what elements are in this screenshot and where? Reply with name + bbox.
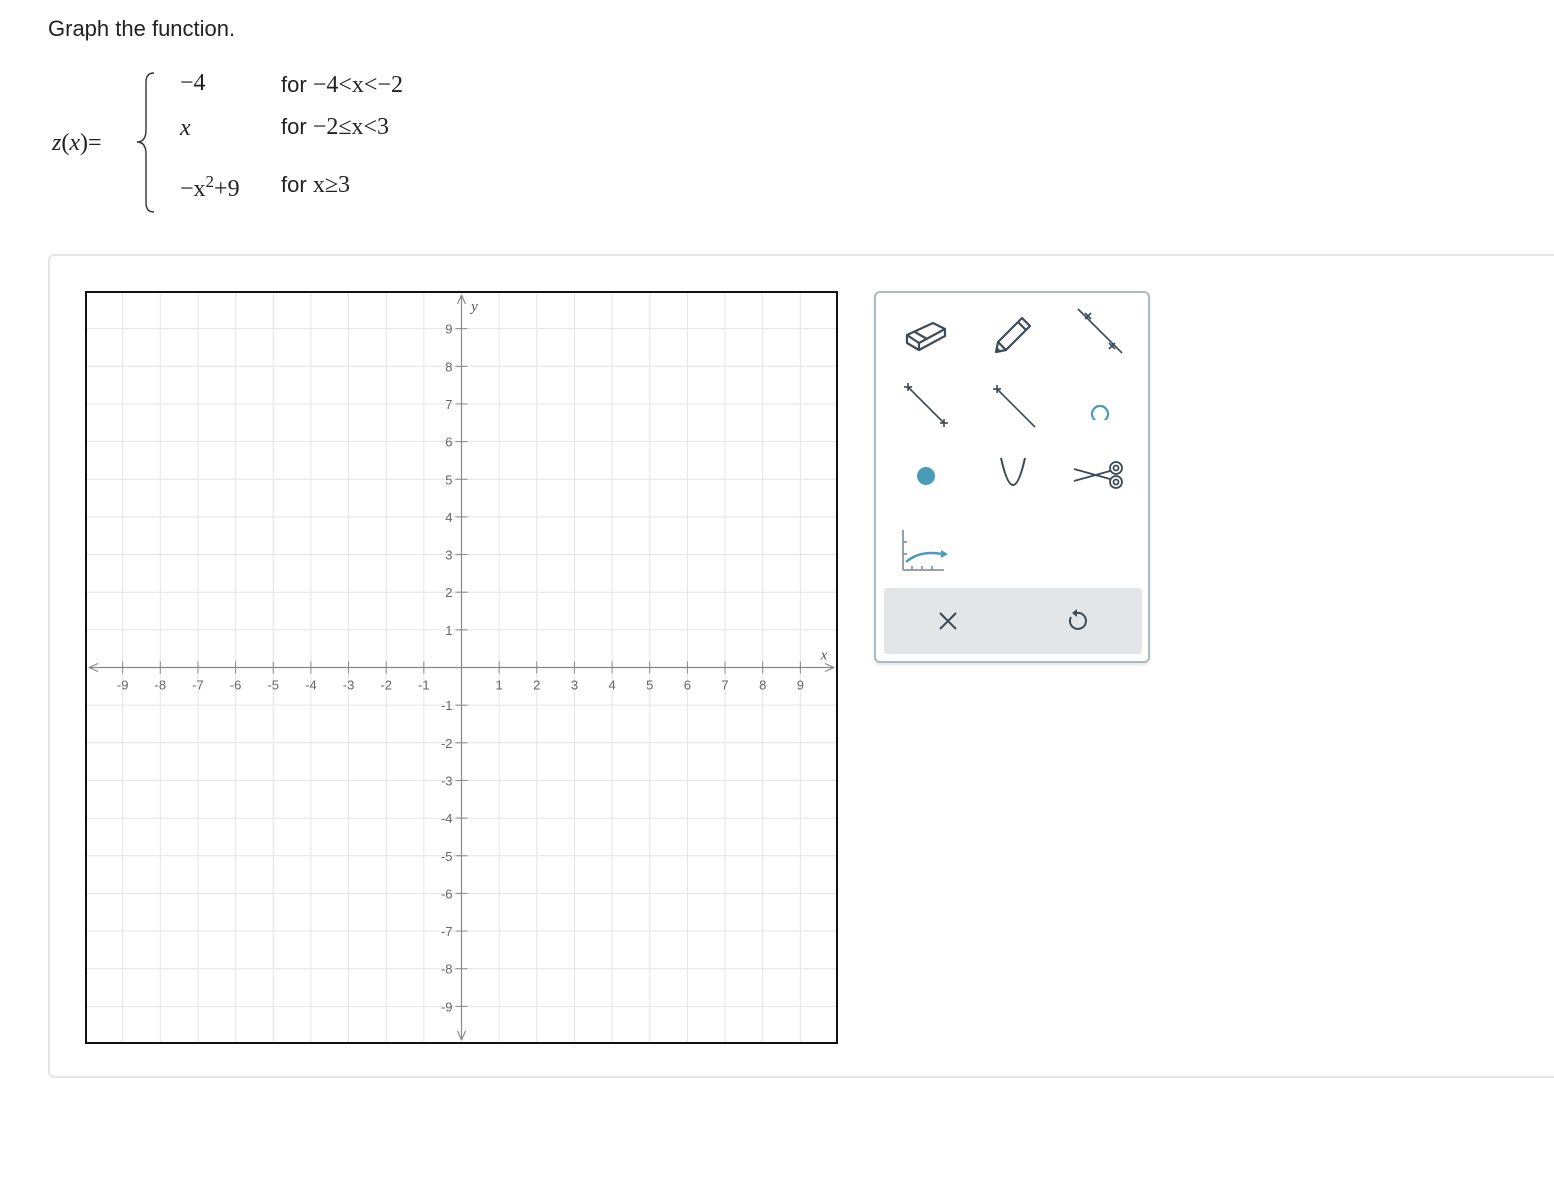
y-tick-label: 9: [445, 322, 452, 337]
y-tick-label: 3: [445, 548, 452, 563]
y-tick-label: -9: [441, 999, 453, 1014]
x-tick-label: -8: [155, 678, 167, 693]
y-tick-label: -8: [441, 962, 453, 977]
x-tick-label: -9: [117, 678, 129, 693]
y-tick-label: -2: [441, 736, 453, 751]
y-tick-label: -7: [441, 924, 453, 939]
x-tick-label: -7: [192, 678, 204, 693]
exponential-icon[interactable]: [896, 519, 956, 579]
x-axis-label: x: [820, 648, 828, 664]
x-tick-label: 4: [608, 678, 615, 693]
eraser-icon[interactable]: [896, 305, 956, 365]
x-tick-label: 1: [496, 678, 503, 693]
x-tick-label: 8: [759, 678, 766, 693]
case-1-value: −4: [180, 70, 206, 96]
y-axis-label: y: [469, 299, 478, 315]
function-label: z(x)=: [52, 130, 102, 156]
y-tick-label: 6: [445, 435, 452, 450]
y-tick-label: 8: [445, 359, 452, 374]
x-tick-label: -6: [230, 678, 242, 693]
case-2-condition: for −2≤x<3: [281, 114, 390, 140]
case-1-condition: for −4<x<−2: [281, 72, 403, 98]
y-tick-label: 4: [445, 510, 452, 525]
y-tick-label: 1: [445, 623, 452, 638]
y-tick-label: -3: [441, 773, 453, 788]
y-tick-label: -1: [441, 698, 453, 713]
y-tick-label: -6: [441, 886, 453, 901]
y-tick-label: -4: [441, 811, 453, 826]
case-3-condition: for x≥3: [281, 172, 350, 198]
open-point-icon[interactable]: [1070, 375, 1130, 435]
toolbox-footer: [884, 588, 1142, 654]
prompt-text: Graph the function.: [48, 16, 236, 41]
pencil-icon[interactable]: [983, 305, 1043, 365]
x-tick-label: 6: [684, 678, 691, 693]
x-tick-label: -4: [305, 678, 317, 693]
clear-icon[interactable]: [918, 596, 978, 646]
case-2-value: x: [180, 115, 191, 141]
function-name: z: [52, 130, 62, 156]
undo-icon[interactable]: [1047, 596, 1107, 646]
x-tick-label: -1: [418, 678, 430, 693]
line-icon[interactable]: [1070, 301, 1130, 361]
case-3-value: −x2+9: [180, 172, 240, 202]
x-tick-label: 5: [646, 678, 653, 693]
x-tick-label: -3: [343, 678, 355, 693]
y-tick-label: 7: [445, 397, 452, 412]
x-tick-label: 9: [797, 678, 804, 693]
y-tick-label: 2: [445, 585, 452, 600]
y-tick-label: 5: [445, 472, 452, 487]
scissors-icon[interactable]: [1070, 445, 1130, 505]
closed-point-icon[interactable]: [896, 445, 956, 505]
ray-icon[interactable]: [983, 375, 1043, 435]
segment-icon[interactable]: [896, 375, 956, 435]
parabola-icon[interactable]: [983, 445, 1043, 505]
x-tick-label: 7: [721, 678, 728, 693]
piecewise-brace: [136, 72, 155, 213]
x-tick-label: 2: [533, 678, 540, 693]
x-tick-label: -2: [380, 678, 392, 693]
y-tick-label: -5: [441, 849, 453, 864]
toolbox: [874, 291, 1150, 663]
coordinate-plane[interactable]: -9 -8 -7 -6 -5 -4 -3 -2 -1 1 2 3 4 5 6 7 8 9 9 8 7 6 5 4 3 2 1 -1 -2…: [85, 291, 838, 1044]
x-tick-label: -5: [267, 678, 279, 693]
function-arg: x: [69, 130, 80, 156]
x-tick-label: 3: [571, 678, 578, 693]
